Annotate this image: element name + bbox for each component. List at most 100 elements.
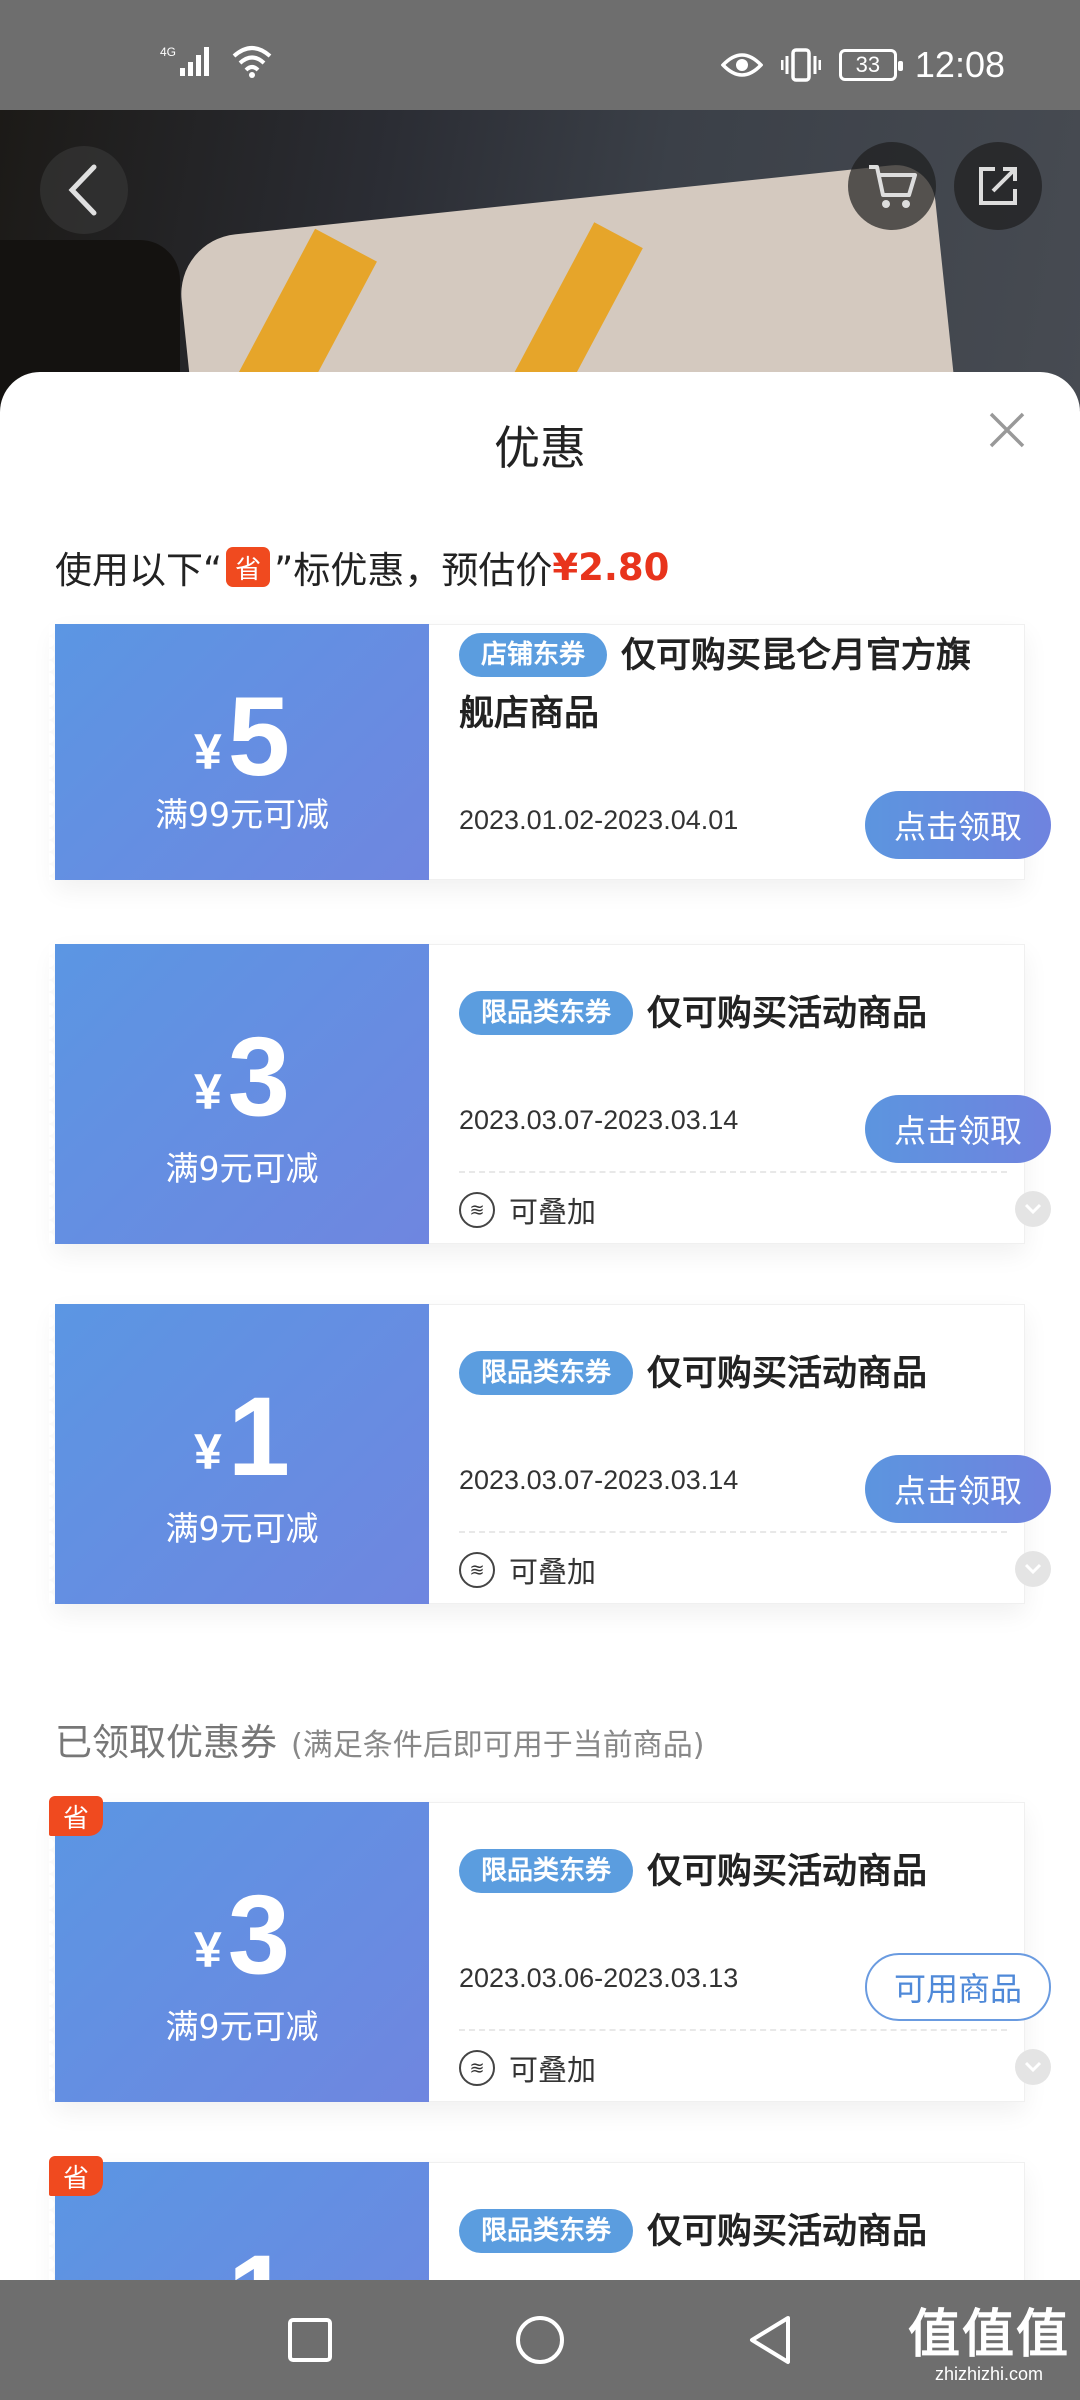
coupon-tag: 限品类东券 xyxy=(459,1351,634,1395)
amount-value: 1 xyxy=(227,1374,291,1499)
stackable-row: ≋ 可叠加 xyxy=(459,2047,596,2089)
coupon-title: 店铺东券 仅可购买昆仑月官方旗舰店商品 xyxy=(459,627,999,743)
expand-button[interactable] xyxy=(1015,1551,1051,1587)
chevron-down-icon xyxy=(1024,2061,1042,2073)
amount-value: 1 xyxy=(228,2232,290,2280)
coupon-card: ¥1 满9元可减 限品类东券 仅可购买活动商品 2023.03.07-2023.0… xyxy=(49,1304,1051,1604)
stackable-row: ≋ 可叠加 xyxy=(459,1189,596,1231)
coupon-tag: 限品类东券 xyxy=(459,1849,634,1893)
amount-value: 3 xyxy=(227,1014,291,1139)
triangle-back-icon xyxy=(750,2316,790,2364)
wifi-icon xyxy=(232,46,272,78)
coupon-condition: 满9元可减 xyxy=(165,1149,319,1188)
coupon-tag: 店铺东券 xyxy=(459,633,608,677)
coupon-value-panel: ¥3 满9元可减 xyxy=(49,1802,429,2102)
coupon-sheet: 优惠 使用以下“ 省 ”标优惠，预估价 ¥2.80 ¥5 满99元可减 店铺东券… xyxy=(0,372,1080,2280)
site-watermark: 值值值 zhizhizhi.com xyxy=(908,2306,1070,2385)
stackable-row: ≋ 可叠加 xyxy=(459,1549,596,1591)
available-products-button[interactable]: 可用商品 xyxy=(865,1953,1051,2021)
coupon-condition: 满9元可减 xyxy=(165,2007,319,2046)
stack-icon: ≋ xyxy=(459,1192,495,1228)
coupon-info: 店铺东券 仅可购买昆仑月官方旗舰店商品 2023.01.02-2023.04.01… xyxy=(429,624,1051,880)
clock: 12:08 xyxy=(914,44,1005,85)
cart-icon xyxy=(869,165,917,208)
coupon-info: 限品类东券 仅可购买活动商品 2023.03.07-2023.03.14 点击领取… xyxy=(429,944,1051,1244)
coupon-date: 2023.01.02-2023.04.01 xyxy=(459,805,739,835)
coupon-title: 限品类东券 仅可购买活动商品 xyxy=(459,985,999,1043)
square-icon xyxy=(288,2318,332,2362)
status-left: 4G xyxy=(160,44,274,78)
watermark-logo: 值值值 xyxy=(907,2305,1070,2365)
coupon-card: ¥3 满9元可减 限品类东券 仅可购买活动商品 2023.03.07-2023.0… xyxy=(49,944,1051,1244)
coupon-tag: 限品类东券 xyxy=(459,2209,634,2253)
claim-button[interactable]: 点击领取 xyxy=(865,1455,1051,1523)
coupon-date: 2023.03.07-2023.03.14 xyxy=(459,1105,739,1135)
claimed-subtitle: (满足条件后即可用于当前商品) xyxy=(291,1728,705,1763)
estimated-price: ¥2.80 xyxy=(552,545,670,589)
coupon-title-text: 仅可购买活动商品 xyxy=(647,2212,928,2252)
coupon-amount: ¥5 xyxy=(55,672,429,801)
divider xyxy=(459,1171,1007,1173)
svg-text:4G: 4G xyxy=(160,45,176,59)
amount-value: 5 xyxy=(227,674,291,799)
close-icon[interactable] xyxy=(985,408,1029,452)
eye-comfort-icon xyxy=(720,53,763,77)
coupon-card: 省 ¥3 满9元可减 限品类东券 仅可购买活动商品 2023.03.06-2023… xyxy=(49,1796,1051,2102)
sheng-badge: 省 xyxy=(49,2156,103,2196)
estimate-hint: 使用以下“ 省 ”标优惠，预估价 ¥2.80 xyxy=(55,540,669,594)
divider xyxy=(459,1531,1007,1533)
stackable-label: 可叠加 xyxy=(509,1195,597,1229)
amount-value: 3 xyxy=(227,1872,291,1997)
coupon-title-text: 仅可购买活动商品 xyxy=(647,1852,928,1892)
status-bar: 4G 33 12:08 xyxy=(0,0,1080,110)
cart-button[interactable] xyxy=(848,142,936,230)
back-nav-button[interactable] xyxy=(738,2308,802,2372)
claimed-title: 已领取优惠券 xyxy=(55,1721,277,1764)
sheng-badge: 省 xyxy=(226,547,271,587)
coupon-title: 限品类东券 仅可购买活动商品 xyxy=(459,1843,999,1901)
coupon-title: 限品类东券 仅可购买活动商品 xyxy=(459,1345,999,1403)
yen-sign: ¥ xyxy=(193,724,222,780)
yen-sign: ¥ xyxy=(193,1064,222,1120)
coupon-info: 限品类东券 仅可购买活动商品 2023.03.07-2023.03.14 点击领取… xyxy=(429,1304,1051,1604)
coupon-date: 2023.03.06-2023.03.13 xyxy=(459,1963,739,1993)
yen-sign: ¥ xyxy=(193,1922,222,1978)
system-nav-bar: 值值值 zhizhizhi.com xyxy=(0,2280,1080,2400)
coupon-condition: 满99元可减 xyxy=(155,795,329,834)
vibrate-icon xyxy=(780,48,821,82)
expand-button[interactable] xyxy=(1015,2049,1051,2085)
coupon-value-panel: ¥3 满9元可减 xyxy=(49,944,429,1244)
back-arrow-icon xyxy=(68,164,97,216)
claim-button[interactable]: 点击领取 xyxy=(865,1095,1051,1163)
claimed-section-title: 已领取优惠券 (满足条件后即可用于当前商品) xyxy=(55,1712,704,1766)
sheng-badge: 省 xyxy=(49,1796,103,1836)
claim-button[interactable]: 点击领取 xyxy=(865,791,1051,859)
coupon-amount: ¥3 xyxy=(55,1012,429,1141)
coupon-title: 限品类东券 仅可购买活动商品 xyxy=(459,2203,999,2261)
coupon-amount: ¥1 xyxy=(55,2230,429,2280)
coupon-info: 限品类东券 仅可购买活动商品 2023.03.06-2023.03.13 可用商品… xyxy=(429,1802,1051,2102)
sheet-title: 优惠 xyxy=(494,421,586,475)
coupon-value-panel: ¥5 满99元可减 xyxy=(49,624,429,880)
back-button[interactable] xyxy=(40,146,128,234)
cellular-signal-icon: 4G xyxy=(160,45,209,76)
battery-indicator: 33 xyxy=(838,49,903,81)
recents-button[interactable] xyxy=(278,2308,342,2372)
coupon-title-text: 仅可购买活动商品 xyxy=(647,1354,928,1394)
home-button[interactable] xyxy=(508,2308,572,2372)
coupon-value-panel: ¥1 xyxy=(49,2162,429,2280)
stack-icon: ≋ xyxy=(459,2050,495,2086)
expand-button[interactable] xyxy=(1015,1191,1051,1227)
stack-icon: ≋ xyxy=(459,1552,495,1588)
share-button[interactable] xyxy=(954,142,1042,230)
chevron-down-icon xyxy=(1024,1203,1042,1215)
coupon-info: 限品类东券 仅可购买活动商品 xyxy=(429,2162,1025,2280)
stackable-label: 可叠加 xyxy=(509,1555,597,1589)
hint-prefix: 使用以下“ xyxy=(55,549,223,592)
circle-icon xyxy=(516,2316,564,2364)
watermark-url: zhizhizhi.com xyxy=(934,2364,1044,2384)
hint-suffix: ”标优惠，预估价 xyxy=(274,549,553,592)
coupon-amount: ¥1 xyxy=(55,1372,429,1501)
status-right: 33 12:08 xyxy=(720,44,1005,86)
yen-sign: ¥ xyxy=(193,1424,222,1480)
